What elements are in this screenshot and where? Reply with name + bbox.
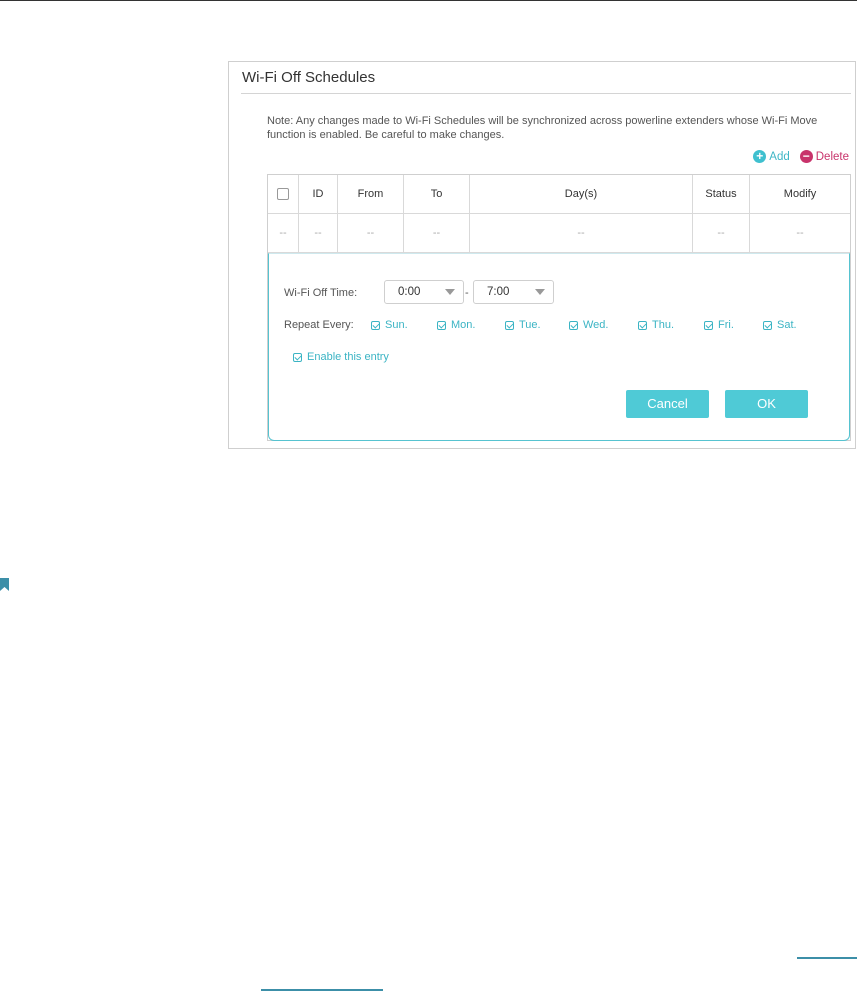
day-checkbox-mon[interactable]: Mon. — [437, 319, 475, 331]
bookmark-icon — [0, 578, 9, 591]
table-cell: -- — [298, 213, 338, 253]
header-modify: Modify — [749, 175, 850, 214]
day-label: Mon. — [451, 319, 476, 331]
check-icon — [704, 320, 713, 330]
table-cell: -- — [337, 213, 404, 253]
table-row: -- -- -- -- -- -- -- — [268, 213, 850, 253]
header-id: ID — [298, 175, 338, 214]
check-icon — [763, 320, 772, 330]
chevron-down-icon — [535, 289, 545, 295]
top-rule — [0, 0, 857, 1]
check-icon — [638, 320, 647, 330]
table-cell: -- — [268, 213, 299, 253]
minus-icon: − — [799, 150, 813, 163]
ok-button[interactable]: OK — [725, 390, 808, 418]
add-label: Add — [769, 150, 790, 163]
check-icon — [371, 320, 380, 330]
enable-entry-label: Enable this entry — [307, 351, 389, 363]
link-underline — [797, 957, 857, 959]
cancel-button[interactable]: Cancel — [626, 390, 709, 418]
day-checkbox-wed[interactable]: Wed. — [569, 319, 608, 331]
wifi-off-schedules-panel: Wi-Fi Off Schedules Note: Any changes ma… — [228, 61, 856, 449]
check-icon — [569, 320, 578, 330]
schedule-table: ID From To Day(s) Status Modify -- -- --… — [267, 174, 851, 441]
title-divider — [241, 93, 851, 94]
header-days: Day(s) — [469, 175, 693, 214]
check-icon — [505, 320, 514, 330]
repeat-label: Repeat Every: — [284, 319, 354, 331]
add-button[interactable]: + Add — [753, 150, 790, 163]
check-icon — [293, 352, 302, 362]
table-cell: -- — [749, 213, 850, 253]
plus-icon: + — [753, 150, 767, 163]
day-label: Thu. — [652, 319, 675, 331]
day-checkbox-fri[interactable]: Fri. — [704, 319, 734, 331]
day-label: Fri. — [718, 319, 734, 331]
header-from: From — [337, 175, 404, 214]
header-to: To — [403, 175, 470, 214]
day-label: Sun. — [385, 319, 408, 331]
link-underline — [261, 989, 383, 991]
off-time-to-select[interactable]: 7:00 — [473, 280, 554, 304]
chevron-down-icon — [445, 289, 455, 295]
day-checkbox-tue[interactable]: Tue. — [505, 319, 541, 331]
table-cell: -- — [469, 213, 693, 253]
header-status: Status — [692, 175, 750, 214]
from-value: 0:00 — [398, 286, 421, 298]
table-actions: + Add − Delete — [753, 150, 849, 163]
check-icon — [437, 320, 446, 330]
day-label: Tue. — [519, 319, 541, 331]
day-label: Wed. — [583, 319, 609, 331]
to-value: 7:00 — [487, 286, 510, 298]
delete-label: Delete — [815, 150, 849, 163]
table-cell: -- — [403, 213, 470, 253]
delete-button[interactable]: − Delete — [799, 150, 849, 163]
enable-entry-checkbox[interactable]: Enable this entry — [293, 351, 389, 363]
off-time-label: Wi-Fi Off Time: — [284, 287, 358, 299]
note-text: Note: Any changes made to Wi-Fi Schedule… — [267, 115, 818, 141]
panel-title: Wi-Fi Off Schedules — [242, 69, 376, 86]
day-checkbox-thu[interactable]: Thu. — [638, 319, 674, 331]
off-time-from-select[interactable]: 0:00 — [384, 280, 464, 304]
select-all-checkbox[interactable] — [277, 188, 289, 201]
time-separator: - — [465, 287, 469, 299]
day-checkbox-sun[interactable]: Sun. — [371, 319, 408, 331]
select-all-header — [268, 175, 299, 214]
day-label: Sat. — [777, 319, 797, 331]
day-checkbox-sat[interactable]: Sat. — [763, 319, 797, 331]
schedule-editor: Wi-Fi Off Time: 0:00 - 7:00 Repeat Every… — [268, 253, 850, 441]
table-header-row: ID From To Day(s) Status Modify — [268, 175, 850, 214]
table-cell: -- — [692, 213, 750, 253]
